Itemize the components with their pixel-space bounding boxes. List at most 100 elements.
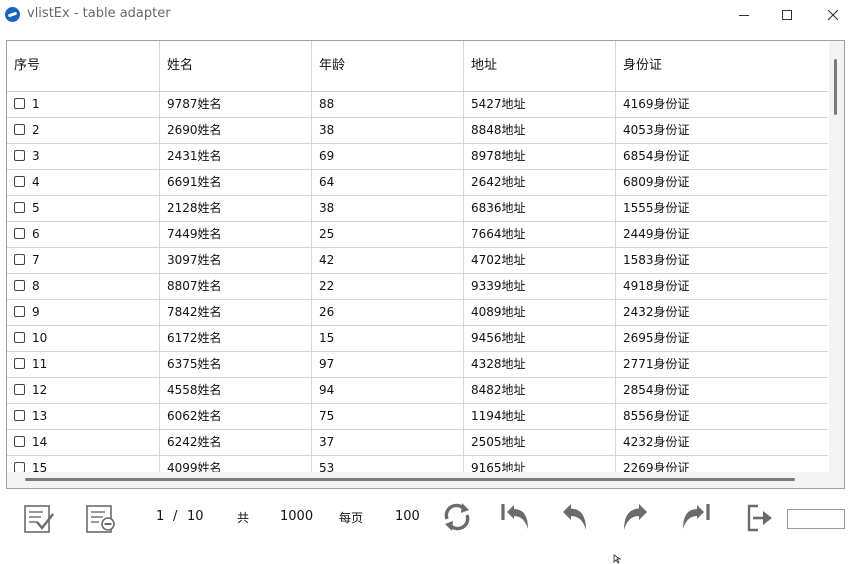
- cell-address: 2505地址: [464, 430, 616, 455]
- table-row[interactable]: 9 7842姓名 26 4089地址 2432身份证: [7, 300, 828, 326]
- horizontal-scrollbar[interactable]: [7, 472, 844, 488]
- cell-text: 1: [32, 97, 40, 111]
- first-page-button[interactable]: [495, 495, 535, 539]
- window-title: vlistEx - table adapter: [27, 6, 171, 21]
- table-row[interactable]: 4 6691姓名 64 2642地址 6809身份证: [7, 170, 828, 196]
- row-checkbox[interactable]: [14, 436, 25, 447]
- table-row[interactable]: 3 2431姓名 69 8978地址 6854身份证: [7, 144, 828, 170]
- vertical-scroll-thumb[interactable]: [834, 59, 837, 115]
- table-row[interactable]: 6 7449姓名 25 7664地址 2449身份证: [7, 222, 828, 248]
- cell-index: 13: [7, 404, 160, 429]
- cell-address: 4089地址: [464, 300, 616, 325]
- go-to-page-button[interactable]: [738, 495, 778, 539]
- cell-age: 64: [312, 170, 464, 195]
- cell-id-card: 2695身份证: [616, 326, 828, 351]
- row-checkbox[interactable]: [14, 280, 25, 291]
- cell-text: 2269身份证: [623, 461, 690, 472]
- cell-index: 9: [7, 300, 160, 325]
- cell-text: 22: [319, 279, 335, 293]
- next-page-button[interactable]: [615, 495, 655, 539]
- row-checkbox[interactable]: [14, 358, 25, 369]
- column-header-name[interactable]: 姓名: [160, 41, 312, 91]
- row-checkbox[interactable]: [14, 410, 25, 421]
- cell-text: 4232身份证: [623, 435, 690, 449]
- mouse-cursor-icon: [613, 554, 622, 564]
- cell-id-card: 1555身份证: [616, 196, 828, 221]
- cell-age: 69: [312, 144, 464, 169]
- cell-age: 22: [312, 274, 464, 299]
- page-number-input[interactable]: [787, 509, 845, 529]
- cell-text: 4702地址: [471, 253, 526, 267]
- current-page: 1: [156, 509, 165, 524]
- cell-name: 2431姓名: [160, 144, 312, 169]
- row-checkbox[interactable]: [14, 254, 25, 265]
- close-icon: [827, 9, 839, 21]
- table-row[interactable]: 8 8807姓名 22 9339地址 4918身份证: [7, 274, 828, 300]
- cell-index: 1: [7, 92, 160, 117]
- last-page-button[interactable]: [676, 495, 716, 539]
- cell-index: 4: [7, 170, 160, 195]
- close-button[interactable]: [810, 0, 853, 30]
- table-row[interactable]: 14 6242姓名 37 2505地址 4232身份证: [7, 430, 828, 456]
- deselect-button[interactable]: [79, 495, 119, 539]
- row-checkbox[interactable]: [14, 462, 25, 472]
- cell-text: 6172姓名: [167, 331, 222, 345]
- row-checkbox[interactable]: [14, 228, 25, 239]
- row-checkbox[interactable]: [14, 98, 25, 109]
- cell-text: 6836地址: [471, 201, 526, 215]
- table-row[interactable]: 1 9787姓名 88 5427地址 4169身份证: [7, 92, 828, 118]
- cell-name: 9787姓名: [160, 92, 312, 117]
- row-checkbox[interactable]: [14, 150, 25, 161]
- table-body: 1 9787姓名 88 5427地址 4169身份证 2 2690姓名 38 8848地址 405…: [7, 92, 828, 472]
- cell-age: 26: [312, 300, 464, 325]
- cell-name: 4558姓名: [160, 378, 312, 403]
- column-header-age[interactable]: 年龄: [312, 41, 464, 91]
- vertical-scrollbar[interactable]: [829, 41, 844, 472]
- row-checkbox[interactable]: [14, 202, 25, 213]
- table-row[interactable]: 10 6172姓名 15 9456地址 2695身份证: [7, 326, 828, 352]
- cell-age: 38: [312, 118, 464, 143]
- cell-index: 14: [7, 430, 160, 455]
- cell-index: 3: [7, 144, 160, 169]
- table-row[interactable]: 13 6062姓名 75 1194地址 8556身份证: [7, 404, 828, 430]
- go-to-page-icon: [747, 504, 772, 532]
- cell-text: 4918身份证: [623, 279, 690, 293]
- cell-id-card: 2854身份证: [616, 378, 828, 403]
- cell-text: 2771身份证: [623, 357, 690, 371]
- previous-page-button[interactable]: [555, 495, 595, 539]
- cell-address: 4702地址: [464, 248, 616, 273]
- row-checkbox[interactable]: [14, 306, 25, 317]
- cell-text: 3097姓名: [167, 253, 222, 267]
- refresh-button[interactable]: [437, 495, 477, 539]
- table-row[interactable]: 15 4099姓名 53 9165地址 2269身份证: [7, 456, 828, 472]
- last-page-icon: [683, 504, 710, 529]
- horizontal-scroll-thumb[interactable]: [25, 478, 795, 481]
- cell-age: 15: [312, 326, 464, 351]
- minimize-button[interactable]: [721, 0, 767, 30]
- row-checkbox[interactable]: [14, 332, 25, 343]
- cell-text: 8807姓名: [167, 279, 222, 293]
- table-row[interactable]: 11 6375姓名 97 4328地址 2771身份证: [7, 352, 828, 378]
- cell-text: 9: [32, 305, 40, 319]
- row-checkbox[interactable]: [14, 384, 25, 395]
- cell-name: 6375姓名: [160, 352, 312, 377]
- column-header-index[interactable]: 序号: [7, 41, 160, 91]
- select-all-button[interactable]: [17, 495, 57, 539]
- row-checkbox[interactable]: [14, 176, 25, 187]
- maximize-button[interactable]: [764, 0, 810, 30]
- cell-text: 5427地址: [471, 97, 526, 111]
- cell-address: 7664地址: [464, 222, 616, 247]
- table-row[interactable]: 12 4558姓名 94 8482地址 2854身份证: [7, 378, 828, 404]
- cell-text: 7842姓名: [167, 305, 222, 319]
- cell-text: 9165地址: [471, 461, 526, 472]
- column-header-address[interactable]: 地址: [464, 41, 616, 91]
- cell-index: 7: [7, 248, 160, 273]
- cell-index: 11: [7, 352, 160, 377]
- table-row[interactable]: 5 2128姓名 38 6836地址 1555身份证: [7, 196, 828, 222]
- cell-text: 37: [319, 435, 335, 449]
- table-row[interactable]: 7 3097姓名 42 4702地址 1583身份证: [7, 248, 828, 274]
- table-row[interactable]: 2 2690姓名 38 8848地址 4053身份证: [7, 118, 828, 144]
- row-checkbox[interactable]: [14, 124, 25, 135]
- column-header-id-card[interactable]: 身份证: [616, 41, 828, 91]
- cell-id-card: 2771身份证: [616, 352, 828, 377]
